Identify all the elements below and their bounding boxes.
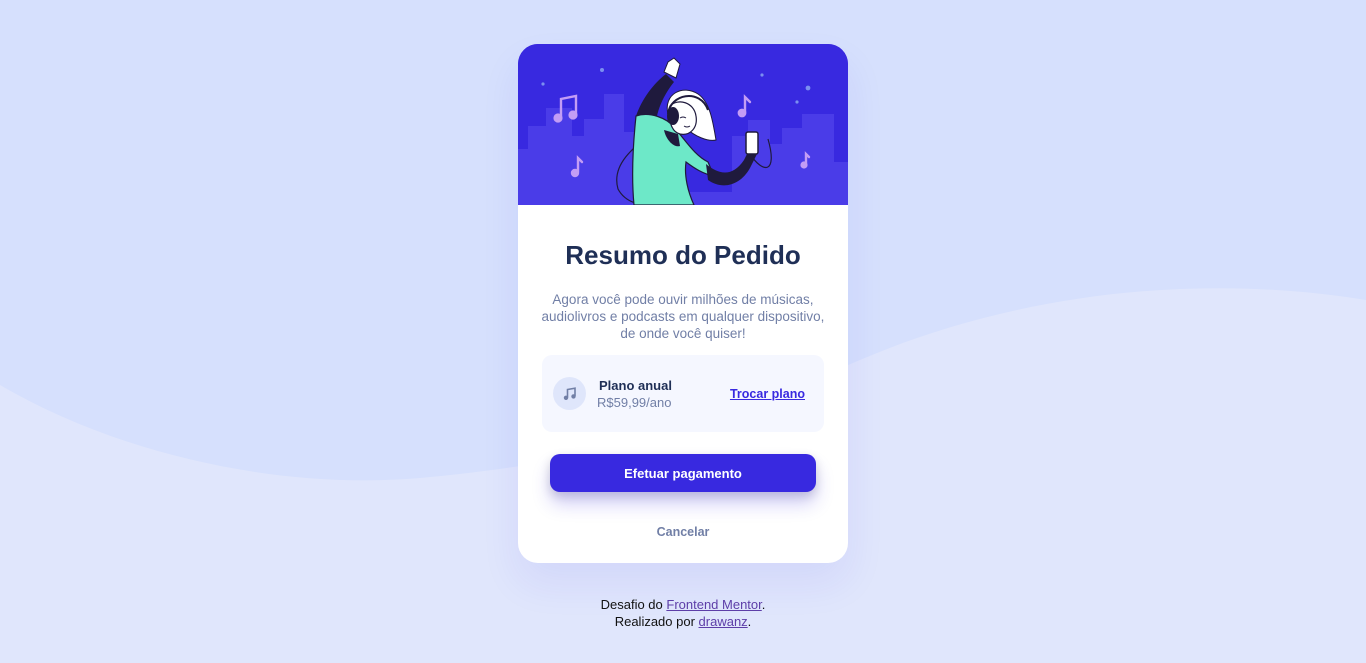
attribution-line-1: Desafio do Frontend Mentor. [600,597,766,612]
attribution-line-2: Realizado por drawanz. [614,614,752,629]
frontend-mentor-link[interactable]: Frontend Mentor [666,597,761,612]
attribution-footer: Desafio do Frontend Mentor. Realizado po… [483,596,883,630]
proceed-payment-button[interactable]: Efetuar pagamento [550,454,816,492]
hero-illustration [518,44,848,205]
author-link[interactable]: drawanz [699,614,748,629]
order-summary-card: Resumo do Pedido Agora você pode ouvir m… [518,44,848,563]
order-description: Agora você pode ouvir milhões de músicas… [541,292,825,341]
plan-box: Plano anual R$59,99/ano Trocar plano [542,355,824,432]
music-note-icon [553,377,586,410]
cancel-button[interactable]: Cancelar [518,525,848,539]
page-title: Resumo do Pedido [565,240,801,270]
change-plan-link[interactable]: Trocar plano [730,387,805,401]
plan-price: R$59,99/ano [597,395,672,410]
plan-name: Plano anual [599,378,672,393]
